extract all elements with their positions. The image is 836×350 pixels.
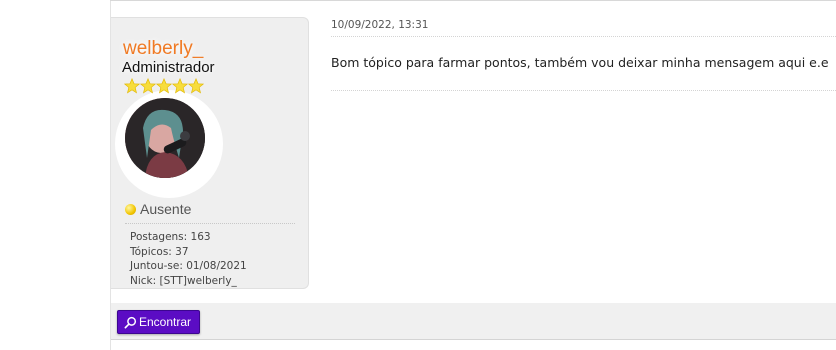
stat-posts: Postagens: 163 xyxy=(130,231,211,243)
profile-divider xyxy=(125,223,295,224)
date-divider xyxy=(331,36,836,37)
post-footer: Encontrar xyxy=(111,303,836,340)
author-status: Ausente xyxy=(125,201,191,217)
author-stats: Postagens: 163 Tópicos: 37 Juntou-se: 01… xyxy=(130,230,247,288)
search-icon xyxy=(124,316,137,328)
author-profile: welberly_ Administrador Ausente Postagen… xyxy=(111,17,309,289)
stat-nick: Nick: [STT]welberly_ xyxy=(130,274,237,287)
post-content: 10/09/2022, 13:31 Bom tópico para farmar… xyxy=(331,1,836,301)
star-icon xyxy=(140,78,156,94)
star-icon xyxy=(124,78,140,94)
star-icon xyxy=(156,78,172,94)
star-icon xyxy=(172,78,188,94)
message-divider xyxy=(331,90,836,91)
left-rail xyxy=(0,0,111,350)
status-away-icon xyxy=(125,203,136,215)
post-date: 10/09/2022, 13:31 xyxy=(331,19,429,31)
stat-topics: Tópicos: 37 xyxy=(130,245,189,258)
rank-stars xyxy=(124,78,204,94)
find-button-label: Encontrar xyxy=(139,315,192,329)
author-rank: Administrador xyxy=(122,59,215,76)
star-icon xyxy=(188,78,204,94)
avatar-frame xyxy=(115,90,223,198)
author-username[interactable]: welberly_ xyxy=(123,38,203,60)
avatar[interactable] xyxy=(125,98,205,178)
stat-joined: Juntou-se: 01/08/2021 xyxy=(130,260,247,272)
find-button[interactable]: Encontrar xyxy=(117,310,201,334)
status-label: Ausente xyxy=(140,201,192,217)
avatar-image xyxy=(125,98,205,178)
forum-post: welberly_ Administrador Ausente Postagen… xyxy=(111,1,836,303)
post-message: Bom tópico para farmar pontos, também vo… xyxy=(331,55,829,70)
